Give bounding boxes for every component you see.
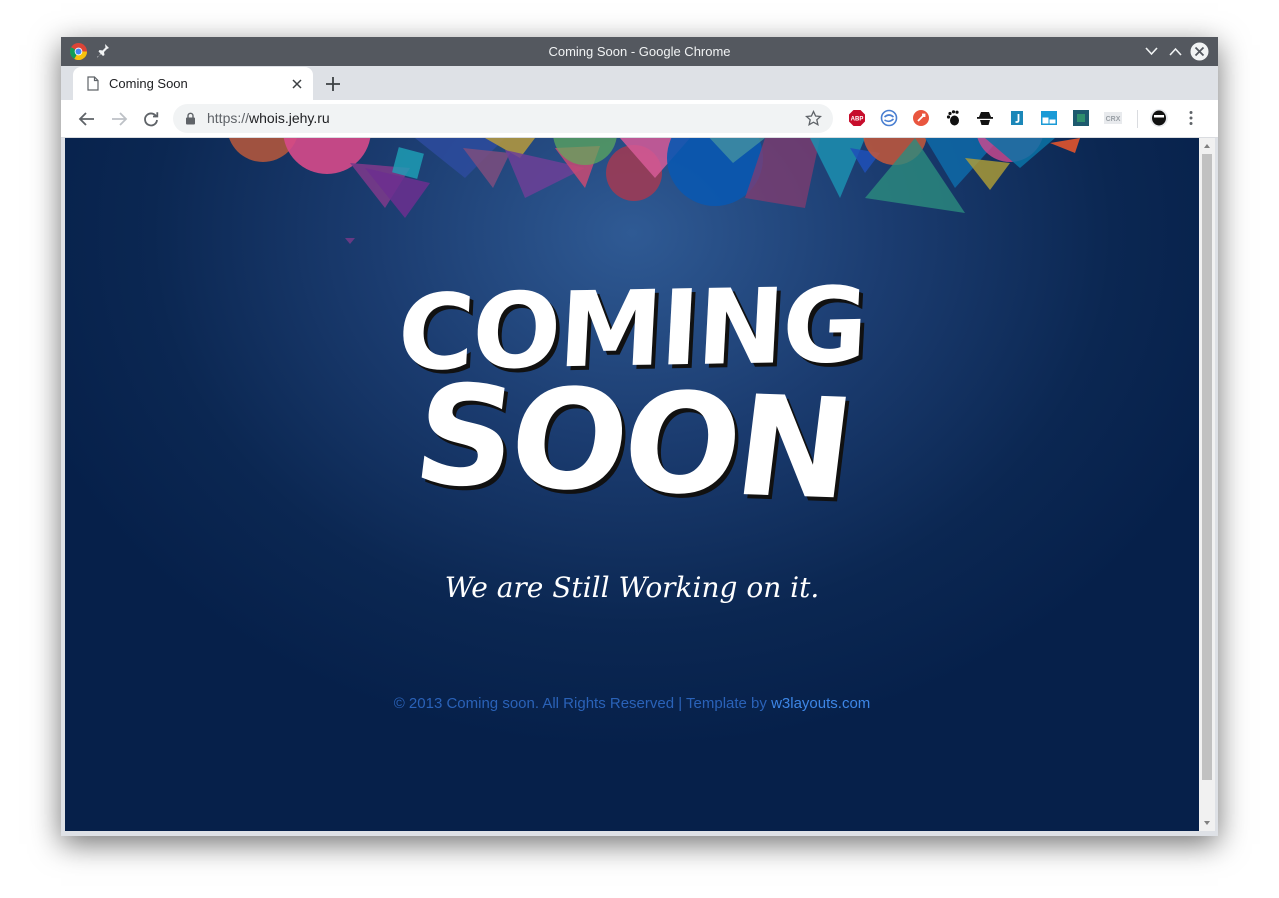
tab-strip: Coming Soon <box>61 66 1218 100</box>
adblock-plus-icon[interactable]: ABP <box>848 109 866 127</box>
browser-toolbar: https://whois.jehy.ru ABP CRX <box>61 100 1218 138</box>
tab-title: Coming Soon <box>109 76 188 91</box>
rocket-icon[interactable] <box>912 109 930 127</box>
lock-icon[interactable] <box>185 112 196 125</box>
spy-icon[interactable] <box>976 109 994 127</box>
svg-text:CRX: CRX <box>1106 116 1121 123</box>
new-tab-icon[interactable] <box>323 74 343 94</box>
crx-icon[interactable]: CRX <box>1104 109 1122 127</box>
address-bar[interactable]: https://whois.jehy.ru <box>173 104 833 133</box>
scroll-up-icon[interactable] <box>1199 140 1215 152</box>
chevron-up-icon <box>1169 47 1182 56</box>
footer-copyright: © 2013 Coming soon. All Rights Reserved … <box>393 695 772 712</box>
avatar-icon[interactable] <box>1150 109 1168 127</box>
j-icon[interactable] <box>1008 109 1026 127</box>
browser-window: Coming Soon - Google Chrome Coming Soon <box>61 37 1218 836</box>
svg-text:ABP: ABP <box>851 117 864 123</box>
page-content: COMING SOON We are Still Working on it. … <box>65 138 1199 831</box>
scrollbar-thumb[interactable] <box>1202 154 1212 780</box>
gnome-foot-icon[interactable] <box>944 109 962 127</box>
page-icon <box>87 76 99 91</box>
subtitle-text: We are Still Working on it. <box>444 571 820 604</box>
window-split-icon[interactable] <box>1040 109 1058 127</box>
close-icon <box>1190 42 1209 61</box>
tab-coming-soon[interactable]: Coming Soon <box>73 67 313 100</box>
headline-soon: SOON <box>406 354 858 531</box>
scroll-down-icon[interactable] <box>1199 817 1215 829</box>
sync-icon[interactable] <box>880 109 898 127</box>
menu-dots-icon[interactable] <box>1182 109 1200 127</box>
footer-link-w3layouts[interactable]: w3layouts.com <box>771 695 870 712</box>
title-bar: Coming Soon - Google Chrome <box>61 37 1218 66</box>
window-title: Coming Soon - Google Chrome <box>548 44 731 59</box>
decorative-shapes-banner <box>229 138 1080 244</box>
url-scheme: https:// <box>207 110 250 126</box>
forward-arrow-icon[interactable] <box>109 109 129 129</box>
minimize-button[interactable] <box>1142 42 1161 61</box>
tab-close-icon[interactable] <box>289 76 305 92</box>
reload-icon[interactable] <box>141 109 161 129</box>
toolbar-separator <box>1137 110 1138 128</box>
chevron-down-icon <box>1145 47 1158 56</box>
url-text[interactable]: https://whois.jehy.ru <box>207 104 330 133</box>
bookmark-star-icon[interactable] <box>805 110 822 127</box>
pixel-icon[interactable] <box>1072 109 1090 127</box>
maximize-button[interactable] <box>1166 42 1185 61</box>
url-host: whois.jehy.ru <box>249 110 330 126</box>
close-window-button[interactable] <box>1190 42 1209 61</box>
footer: © 2013 Coming soon. All Rights Reserved … <box>65 695 1199 712</box>
page-scrollbar[interactable] <box>1199 138 1215 831</box>
back-arrow-icon[interactable] <box>77 109 97 129</box>
